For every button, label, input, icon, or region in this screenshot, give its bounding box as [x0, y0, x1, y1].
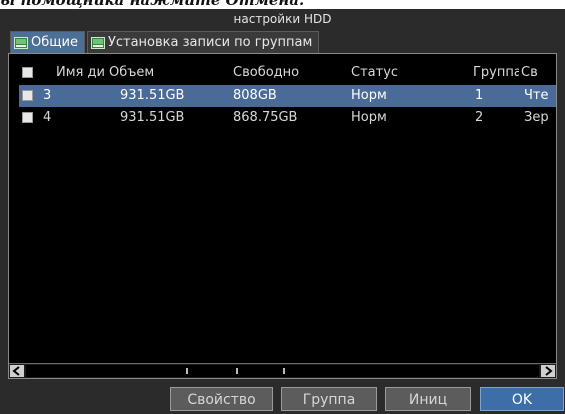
tab-group-recording-icon: [90, 36, 105, 49]
horizontal-scrollbar[interactable]: [9, 363, 556, 378]
tab-group-recording-label: Установка записи по группам: [107, 34, 313, 50]
chevron-left-icon[interactable]: [10, 365, 24, 377]
table-row[interactable]: 3 931.51GB 808GB Норм 1 Чте: [19, 85, 556, 107]
table-row[interactable]: 4 931.51GB 868.75GB Норм 2 Зер: [19, 107, 556, 129]
scrollbar-tick: [186, 368, 188, 374]
tab-group-recording[interactable]: Установка записи по группам: [86, 31, 320, 53]
cell-group: 2: [475, 110, 484, 125]
cell-group: 1: [475, 88, 484, 103]
chevron-right-icon[interactable]: [541, 365, 555, 377]
row-checkbox[interactable]: [22, 90, 33, 101]
button-bar: Свойство Группа Иниц OK: [0, 387, 565, 411]
scrollbar-tick: [236, 368, 238, 374]
top-caption: ы помощника нажмите Отмена.: [0, 0, 305, 9]
row-checkbox[interactable]: [22, 112, 33, 123]
tab-general-label: Общие: [31, 34, 78, 50]
col-header-status: Статус: [351, 65, 399, 80]
cell-property: Чте: [524, 88, 549, 103]
tab-general-icon: [14, 36, 28, 49]
window-title: настройки HDD: [233, 12, 332, 26]
group-button[interactable]: Группа: [281, 387, 377, 411]
cell-capacity: 931.51GB: [120, 88, 185, 103]
scrollbar-track[interactable]: [26, 365, 539, 377]
cell-free: 868.75GB: [233, 110, 298, 125]
hdd-table: Имя ди Объем Свободно Статус Группа Св 3…: [19, 62, 556, 362]
ok-button[interactable]: OK: [480, 387, 564, 411]
tab-general[interactable]: Общие: [10, 31, 85, 53]
col-header-group: Группа: [473, 65, 519, 80]
cell-capacity: 931.51GB: [120, 110, 185, 125]
col-header-name: Имя ди: [56, 65, 105, 80]
cell-name: 3: [43, 88, 52, 103]
cell-status: Норм: [351, 88, 387, 103]
select-all-checkbox[interactable]: [22, 67, 33, 78]
hdd-list-panel: Имя ди Объем Свободно Статус Группа Св 3…: [8, 53, 557, 379]
cell-name: 4: [43, 110, 52, 125]
col-header-free: Свободно: [233, 65, 300, 80]
cell-free: 808GB: [233, 88, 277, 103]
hdd-settings-window: настройки HDD Общие Установка записи по …: [0, 9, 565, 414]
cell-property: Зер: [524, 110, 549, 125]
property-button[interactable]: Свойство: [170, 387, 273, 411]
table-header: Имя ди Объем Свободно Статус Группа Св: [19, 62, 556, 84]
tab-bar: Общие Установка записи по группам: [10, 31, 320, 53]
col-header-property: Св: [521, 65, 538, 80]
cell-status: Норм: [351, 110, 387, 125]
init-button[interactable]: Иниц: [385, 387, 471, 411]
scrollbar-tick: [283, 368, 285, 374]
col-header-capacity: Объем: [109, 65, 155, 80]
